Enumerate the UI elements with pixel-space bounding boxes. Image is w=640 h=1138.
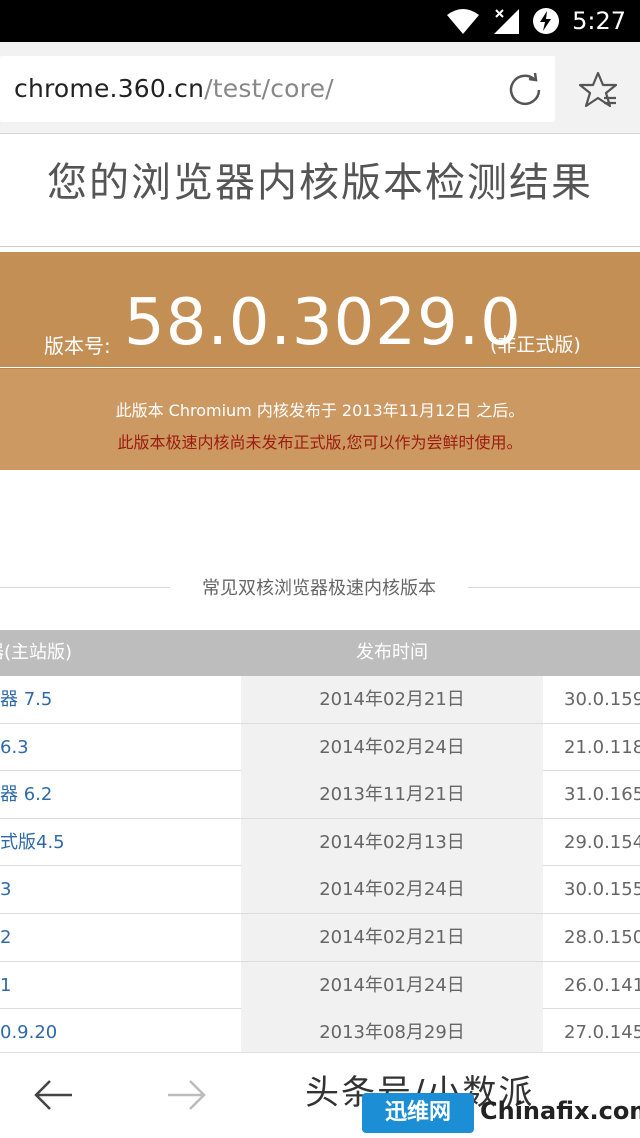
header-release-date: 发布时间 xyxy=(356,642,428,663)
release-date: 2014年02月24日 xyxy=(241,723,543,771)
browser-name: 器 6.2 xyxy=(0,784,53,806)
bottom-navigation: 头条号/小数派 迅维网 Chinafix.com xyxy=(0,1052,640,1138)
browser-name-link[interactable]: 1 xyxy=(0,962,240,1009)
release-date: 2014年01月24日 xyxy=(241,961,543,1009)
table-header: 器(主站版) 发布时间 xyxy=(0,630,640,676)
table-row: 0.9.20 2013年08月29日 27.0.145 xyxy=(0,1009,640,1057)
browser-name: 式版4.5 xyxy=(0,831,65,853)
release-date: 2013年11月21日 xyxy=(241,771,543,819)
release-date: 2014年02月21日 xyxy=(241,913,543,961)
release-date: 2014年02月13日 xyxy=(241,818,543,866)
table-row: 6.3 2014年02月24日 21.0.118 xyxy=(0,723,640,772)
browser-toolbar: chrome.360.cn/test/core/ xyxy=(0,42,640,134)
browser-name-link[interactable]: 器 7.5 xyxy=(0,676,240,723)
core-version: 30.0.159 xyxy=(564,689,640,710)
core-version: 28.0.150 xyxy=(564,926,640,948)
core-version: 21.0.118 xyxy=(564,736,640,758)
table-row: 1 2014年01月24日 26.0.141 xyxy=(0,961,640,1010)
section-rule-right xyxy=(468,587,640,588)
browser-name: 1 xyxy=(0,974,12,996)
forward-arrow-icon[interactable] xyxy=(166,1077,208,1113)
site-badge-domain: Chinafix.com xyxy=(480,1097,640,1125)
table-row: 3 2014年02月24日 30.0.155 xyxy=(0,866,640,914)
browser-name-link[interactable]: 0.9.20 xyxy=(0,1009,240,1056)
version-label: 版本号: xyxy=(44,334,111,358)
header-core-version xyxy=(544,630,640,676)
browser-name-link[interactable]: 6.3 xyxy=(0,724,240,771)
table-row: 2 2014年02月21日 28.0.150 xyxy=(0,913,640,962)
wifi-icon xyxy=(447,9,480,34)
browser-name: 器 7.5 xyxy=(0,689,53,710)
status-bar: 5:27 xyxy=(0,0,640,42)
browser-core-table: 器(主站版) 发布时间 器 7.5 2014年02月21日 30.0.159 6.3 2… xyxy=(0,630,640,1057)
star-bookmark-icon[interactable] xyxy=(578,70,618,110)
reload-icon[interactable] xyxy=(505,70,545,110)
section-title: 常见双核浏览器极速内核版本 xyxy=(202,578,436,599)
header-browser: 器(主站版) xyxy=(0,642,73,663)
core-version: 27.0.145 xyxy=(564,1022,640,1044)
section-rule-left xyxy=(0,587,170,588)
unstable-warning: 此版本极速内核尚未发布正式版,您可以作为尝鲜时使用。 xyxy=(117,433,523,452)
browser-name: 3 xyxy=(0,879,12,901)
core-version: 26.0.141 xyxy=(564,974,640,996)
browser-name: 2 xyxy=(0,926,12,948)
table-body: 器 7.5 2014年02月21日 30.0.159 6.3 2014年02月24日 21… xyxy=(0,676,640,1057)
version-tag: (非正式版) xyxy=(490,334,581,356)
battery-charging-icon xyxy=(533,8,560,34)
table-row: 器 7.5 2014年02月21日 30.0.159 xyxy=(0,676,640,724)
status-time: 5:27 xyxy=(572,7,626,35)
browser-name: 0.9.20 xyxy=(0,1022,58,1044)
table-row: 式版4.5 2014年02月13日 29.0.154 xyxy=(0,818,640,867)
address-bar[interactable]: chrome.360.cn/test/core/ xyxy=(0,56,555,122)
url-path: /test/core/ xyxy=(204,74,334,103)
version-number: 58.0.3029.0 xyxy=(124,286,522,360)
browser-name-link[interactable]: 3 xyxy=(0,866,240,913)
browser-name-link[interactable]: 2 xyxy=(0,914,240,961)
core-version: 29.0.154 xyxy=(564,831,640,853)
url-host: chrome.360.cn xyxy=(14,74,205,103)
version-info-panel: 此版本 Chromium 内核发布于 2013年11月12日 之后。 此版本极速… xyxy=(0,368,640,470)
browser-name: 6.3 xyxy=(0,736,29,758)
page-title: 您的浏览器内核版本检测结果 xyxy=(47,160,593,206)
release-date: 2014年02月21日 xyxy=(241,676,543,723)
browser-name-link[interactable]: 式版4.5 xyxy=(0,819,240,866)
title-divider xyxy=(0,246,640,247)
release-date: 2013年08月29日 xyxy=(241,1009,543,1057)
core-version: 31.0.165 xyxy=(564,784,640,806)
table-row: 器 6.2 2013年11月21日 31.0.165 xyxy=(0,771,640,819)
signal-icon xyxy=(494,9,520,34)
version-banner: 版本号: 58.0.3029.0 (非正式版) xyxy=(0,252,640,367)
core-version: 30.0.155 xyxy=(564,879,640,901)
browser-name-link[interactable]: 器 6.2 xyxy=(0,771,240,818)
section-header: 常见双核浏览器极速内核版本 xyxy=(0,574,640,600)
browser-page: 5:27 chrome.360.cn/test/core/ 您的浏览器内核版本检… xyxy=(0,0,640,1138)
release-info: 此版本 Chromium 内核发布于 2013年11月12日 之后。 xyxy=(115,401,525,420)
status-icons: 5:27 xyxy=(446,0,626,42)
release-date: 2014年02月24日 xyxy=(241,866,543,914)
url-text[interactable]: chrome.360.cn/test/core/ xyxy=(14,56,334,122)
site-badge: 迅维网 xyxy=(362,1093,474,1133)
back-arrow-icon[interactable] xyxy=(32,1077,74,1113)
